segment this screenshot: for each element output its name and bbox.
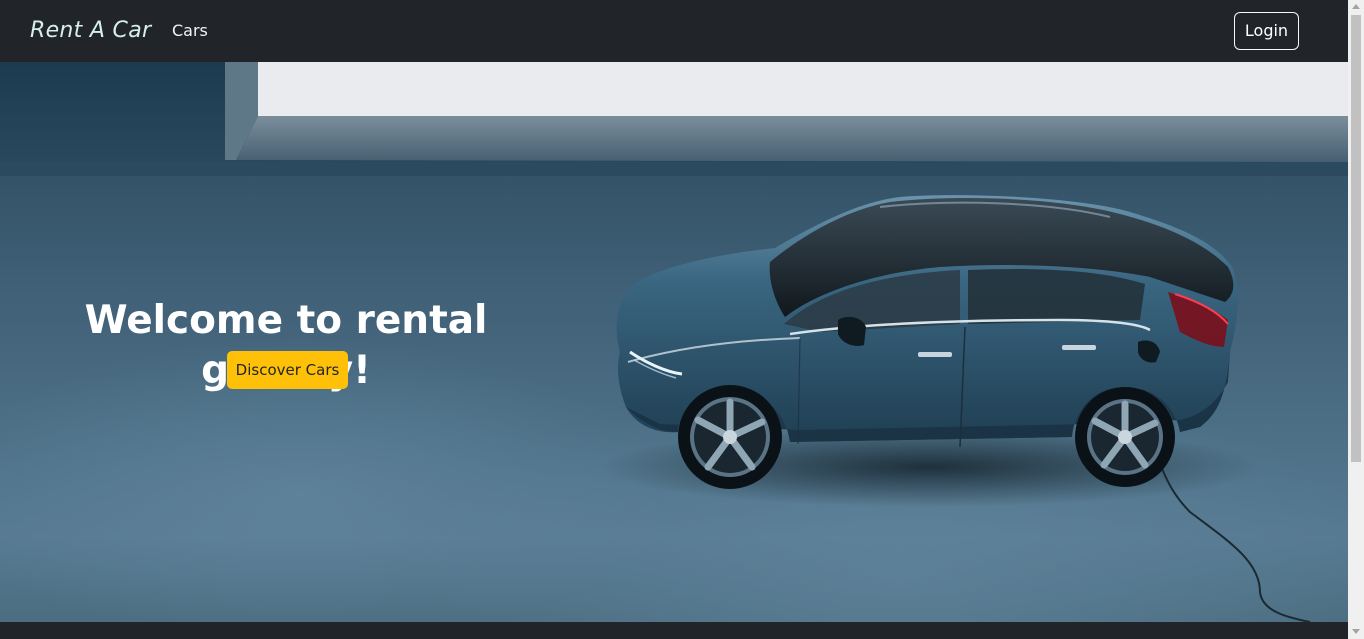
- discover-cars-button[interactable]: Discover Cars: [227, 351, 348, 389]
- front-wheel: [678, 385, 782, 489]
- scroll-thumb[interactable]: [1351, 15, 1361, 462]
- hero-section: Welcome to rental gallery! Discover Cars: [0, 62, 1348, 622]
- nav-link-cars[interactable]: Cars: [172, 21, 208, 41]
- page: Rent A Car Cars Login Welcome to rental …: [0, 0, 1364, 639]
- scroll-down-arrow-icon[interactable]: [1352, 629, 1360, 634]
- login-button[interactable]: Login: [1234, 12, 1299, 50]
- scroll-up-arrow-icon[interactable]: [1352, 4, 1360, 9]
- rear-wheel: [1075, 387, 1175, 487]
- footer-strip: [0, 622, 1348, 639]
- navbar: Rent A Car Cars Login: [0, 0, 1348, 62]
- vertical-scrollbar[interactable]: [1348, 0, 1364, 639]
- brand-logo[interactable]: Rent A Car: [30, 17, 151, 45]
